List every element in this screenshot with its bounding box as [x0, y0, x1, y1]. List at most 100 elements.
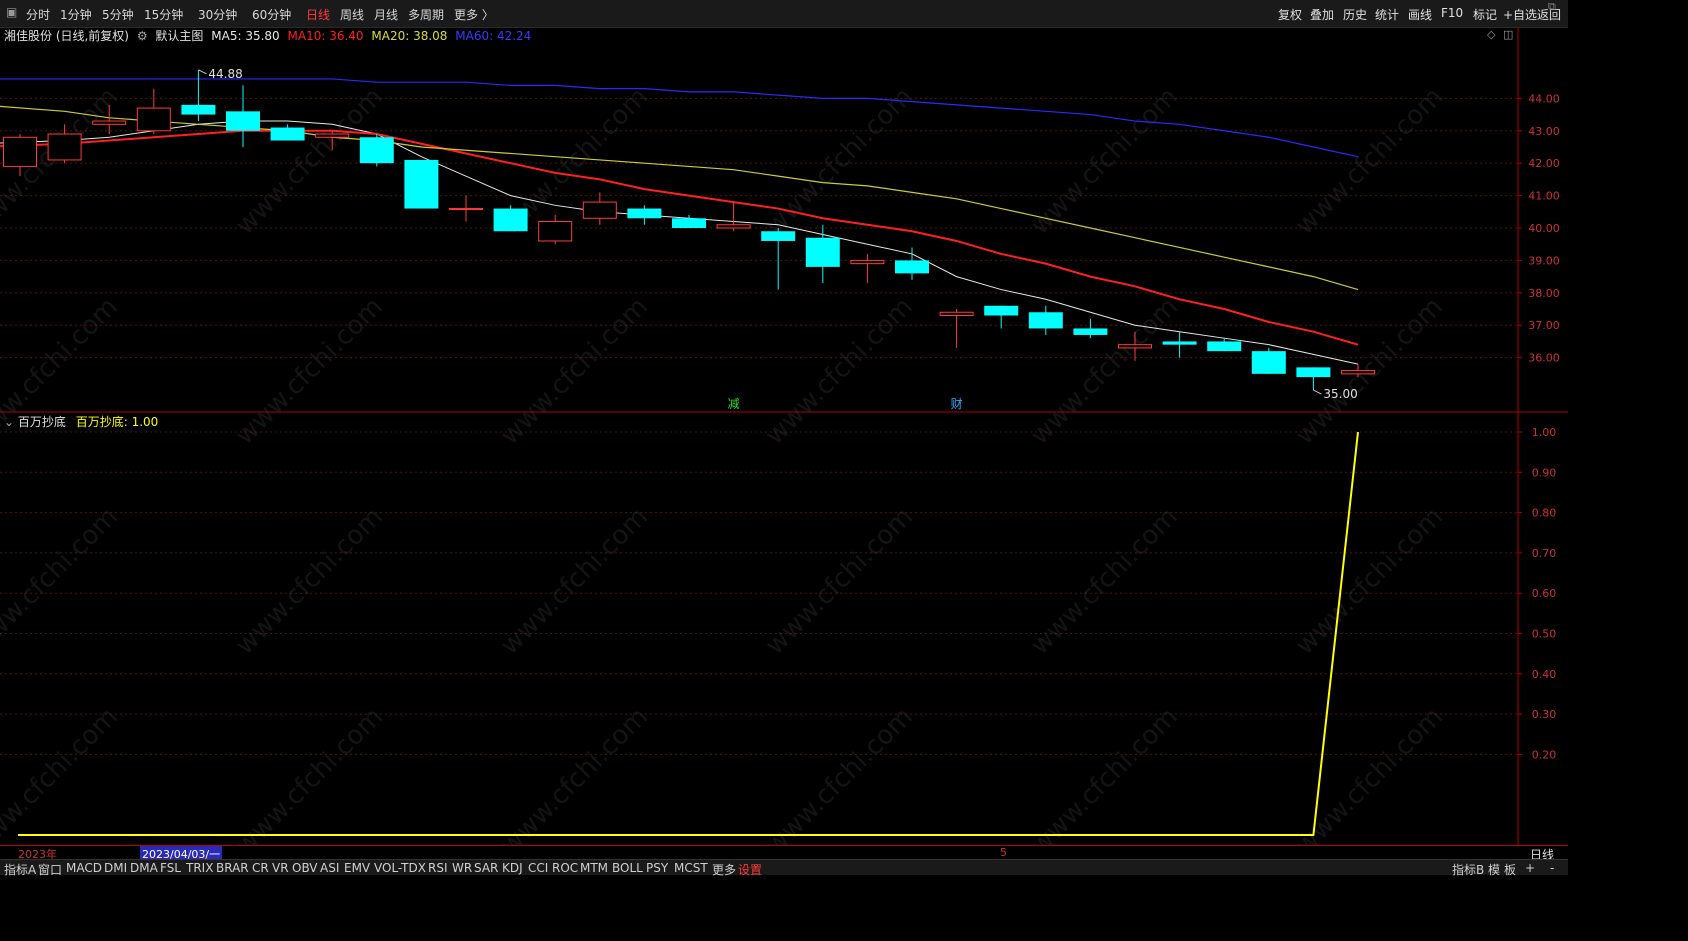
kline-chart[interactable]: www.cfchi.com www.cfchi.com www.cfchi.com w…: [0, 27, 1568, 845]
candle-body: [850, 259, 885, 265]
indicator-tab-8[interactable]: CR: [252, 861, 269, 875]
indicator-b-tab-3[interactable]: +: [1525, 861, 1535, 875]
indicator-tab-15[interactable]: WR: [452, 861, 472, 875]
period-tab-7[interactable]: 周线: [340, 6, 364, 23]
indicator-tab-5[interactable]: FSL: [160, 861, 181, 875]
indicator-tab-10[interactable]: OBV: [292, 861, 318, 875]
period-tab-6[interactable]: 日线: [306, 6, 330, 23]
indicator-tab-0[interactable]: 指标A: [4, 861, 36, 878]
settings-gear-icon[interactable]: ⚙: [137, 29, 148, 43]
candle: [895, 247, 929, 280]
indicator-b-tab-2[interactable]: 板: [1504, 861, 1516, 878]
indicator-name[interactable]: 百万抄底: [18, 415, 66, 429]
candle-body: [805, 237, 840, 267]
period-tab-2[interactable]: 5分钟: [102, 6, 134, 23]
panel-toggle-icon[interactable]: ◫: [1503, 28, 1513, 41]
main-tick-label: 37.00: [1528, 319, 1560, 332]
indicator-tab-2[interactable]: MACD: [66, 861, 102, 875]
window-restore-icon[interactable]: ⧉: [1548, 0, 1556, 14]
ma5-line: [0, 120, 1359, 365]
candle-body: [895, 260, 929, 274]
period-tab-8[interactable]: 月线: [374, 6, 398, 23]
candle: [226, 85, 260, 147]
candle: [136, 88, 171, 135]
main-tick-label: 41.00: [1528, 190, 1560, 203]
candle-body: [1073, 328, 1108, 335]
indicator-b-tab-4[interactable]: -: [1550, 861, 1554, 875]
candle: [984, 305, 1019, 329]
diamond-icon[interactable]: ◇: [1487, 28, 1495, 41]
indicator-tab-6[interactable]: TRIX: [186, 861, 213, 875]
candle-body: [627, 208, 662, 219]
month-label: 5: [1000, 846, 1007, 859]
period-tab-4[interactable]: 30分钟: [198, 6, 237, 23]
indicator-b-tab-1[interactable]: 模: [1488, 861, 1500, 878]
indicator-b-tab-0[interactable]: 指标B: [1452, 861, 1484, 878]
indicator-tab-3[interactable]: DMI: [104, 861, 127, 875]
watermark-text: www.cfchi.com: [230, 292, 389, 451]
watermark-text: www.cfchi.com: [495, 502, 654, 661]
toolbar-button-4[interactable]: 画线: [1408, 6, 1432, 23]
indicator-tab-21[interactable]: BOLL: [612, 861, 643, 875]
watermark: www.cfchi.com www.cfchi.com www.cfchi.com w…: [0, 82, 1449, 845]
indicator-tab-4[interactable]: DMA: [130, 861, 158, 875]
period-tab-5[interactable]: 60分钟: [252, 6, 291, 23]
indicator-tab-12[interactable]: EMV: [344, 861, 370, 875]
toolbar-button-0[interactable]: 复权: [1278, 6, 1302, 23]
main-tick-label: 38.00: [1528, 287, 1560, 300]
sub-tick-label: 0.90: [1532, 466, 1557, 479]
watermark-text: www.cfchi.com: [230, 502, 389, 661]
candle-body: [493, 208, 528, 232]
toolbar-button-2[interactable]: 历史: [1343, 6, 1367, 23]
indicator-tab-13[interactable]: VOL-TDX: [374, 861, 426, 875]
watermark-text: www.cfchi.com: [760, 502, 919, 661]
indicator-tab-25[interactable]: 设置: [738, 861, 762, 878]
toolbar-button-6[interactable]: 标记: [1473, 6, 1497, 23]
stock-title[interactable]: 湘佳股份 (日线,前复权): [4, 29, 129, 43]
candle-body: [3, 136, 37, 167]
candle-body: [1296, 367, 1331, 378]
high-marker-pointer: [198, 69, 207, 75]
candle: [805, 224, 840, 284]
indicator-tab-17[interactable]: KDJ: [502, 861, 523, 875]
candle-body: [1118, 344, 1152, 349]
period-tab-10[interactable]: 更多 〉: [454, 6, 494, 23]
toolbar-button-7[interactable]: +自选: [1503, 6, 1537, 23]
collapse-icon[interactable]: ⌄: [4, 415, 14, 429]
period-tab-0[interactable]: 分时: [26, 6, 50, 23]
watermark-text: www.cfchi.com: [1025, 82, 1184, 241]
sub-tick-label: 0.30: [1532, 708, 1557, 721]
candle-body: [449, 208, 483, 211]
indicator-tabs-bar: 指标A 窗口 MACD DMI DMA FSL TRIX BRAR CR VR OBV ASI EMV V…: [0, 859, 1568, 878]
period-tab-3[interactable]: 15分钟: [144, 6, 183, 23]
period-tab-9[interactable]: 多周期: [408, 6, 444, 23]
candle: [493, 205, 528, 232]
toolbar-button-1[interactable]: 叠加: [1310, 6, 1334, 23]
indicator-tab-22[interactable]: PSY: [646, 861, 668, 875]
candle-body: [92, 120, 127, 125]
period-toolbar: ▣ 分时 1分钟 5分钟 15分钟 30分钟 60分钟 日线 周线 月线 多周期 更多 〉 复权 叠加…: [0, 0, 1568, 28]
indicator-tab-23[interactable]: MCST: [674, 861, 708, 875]
indicator-tab-9[interactable]: VR: [272, 861, 289, 875]
candle: [1162, 331, 1197, 358]
indicator-tab-16[interactable]: SAR: [474, 861, 498, 875]
indicator-tab-18[interactable]: CCI: [528, 861, 548, 875]
toolbox-icon[interactable]: ▣: [6, 6, 18, 18]
price-axis: 36.00 37.00 38.00 39.00 40.00 41.00 42.00 43.00…: [1518, 92, 1560, 761]
candle: [359, 134, 394, 167]
event-mark-reduction: 减: [728, 397, 740, 411]
indicator-tab-24[interactable]: 更多: [712, 861, 736, 878]
indicator-tab-7[interactable]: BRAR: [216, 861, 249, 875]
toolbar-button-5[interactable]: F10: [1441, 6, 1463, 20]
candle: [404, 159, 439, 209]
toolbar-button-3[interactable]: 统计: [1375, 6, 1399, 23]
template-name[interactable]: 默认主图: [155, 29, 203, 43]
indicator-tab-1[interactable]: 窗口: [38, 861, 62, 878]
indicator-tab-11[interactable]: ASI: [320, 861, 339, 875]
indicator-tab-14[interactable]: RSI: [428, 861, 448, 875]
candle-body: [226, 111, 260, 131]
indicator-tab-20[interactable]: MTM: [580, 861, 608, 875]
indicator-tab-19[interactable]: ROC: [552, 861, 578, 875]
candle-body: [1251, 351, 1286, 374]
period-tab-1[interactable]: 1分钟: [60, 6, 92, 23]
